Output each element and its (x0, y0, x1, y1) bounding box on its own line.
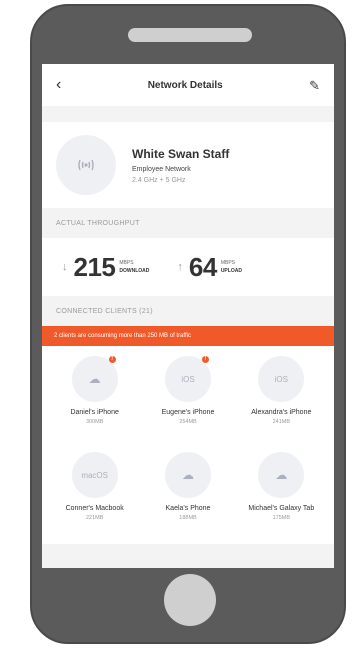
clients-grid: ☁ ! Daniel's iPhone 300MB iOS ! Eugene's… (42, 346, 334, 544)
divider-band (42, 106, 334, 122)
upload-stat: ↑ 64 MBPS UPLOAD (177, 252, 242, 283)
client-avatar: macOS (71, 452, 118, 498)
network-type: Employee Network (132, 165, 191, 173)
phone-speaker (128, 28, 252, 42)
client-avatar: ☁ ! (71, 356, 118, 402)
clients-header: CONNECTED CLIENTS (21) (42, 296, 334, 326)
client-avatar: ☁ (258, 452, 305, 498)
client-item[interactable]: ☁ ! Daniel's iPhone 300MB (48, 356, 141, 452)
client-item[interactable]: ☁ Kaela's Phone 188MB (141, 452, 234, 548)
avatar-os-label: iOS (274, 374, 288, 384)
upload-unit: MBPS (220, 260, 235, 266)
router-icon (56, 135, 116, 195)
arrow-up-icon: ↑ (177, 261, 183, 273)
client-usage: 241MB (272, 419, 291, 425)
upload-label: UPLOAD (220, 268, 242, 274)
client-item[interactable]: macOS Conner's Macbook 221MB (48, 452, 141, 548)
phone-screen: ‹ Network Details ✎ White Swan Staff Emp… (42, 64, 334, 568)
arrow-down-icon: ↓ (62, 261, 68, 273)
client-usage: 188MB (179, 515, 197, 521)
pencil-icon[interactable]: ✎ (309, 79, 320, 92)
client-item[interactable]: iOS ! Eugene's iPhone 254MB (141, 356, 234, 452)
client-name: Conner's Macbook (65, 505, 124, 512)
avatar-os-label: iOS (181, 374, 195, 384)
navbar: ‹ Network Details ✎ (42, 64, 334, 106)
page-title: Network Details (147, 79, 223, 91)
network-bands: 2.4 GHz + 5 GHz (132, 176, 186, 184)
throughput-header: ACTUAL THROUGHPUT (42, 208, 334, 238)
network-name: White Swan Staff (132, 146, 230, 161)
cloud-icon: ☁ (88, 372, 101, 386)
cloud-icon: ☁ (181, 468, 194, 482)
download-value: 215 (73, 251, 116, 282)
client-avatar: iOS (258, 356, 305, 402)
client-avatar: iOS ! (164, 356, 211, 402)
back-chevron-icon[interactable]: ‹ (56, 77, 61, 93)
alert-badge: ! (201, 356, 209, 363)
cloud-icon: ☁ (275, 468, 288, 482)
client-name: Daniel's iPhone (70, 409, 119, 416)
home-button[interactable] (164, 574, 216, 626)
client-item[interactable]: ☁ Michael's Galaxy Tab 175MB (235, 452, 328, 548)
network-card: White Swan Staff Employee Network 2.4 GH… (42, 122, 334, 208)
client-usage: 254MB (179, 419, 197, 425)
client-usage: 300MB (85, 419, 104, 425)
client-name: Kaela's Phone (165, 505, 211, 512)
client-name: Michael's Galaxy Tab (248, 505, 315, 512)
client-usage: 221MB (85, 515, 104, 521)
client-name: Eugene's iPhone (161, 409, 215, 416)
avatar-os-label: macOS (81, 470, 108, 480)
throughput-panel: ↓ 215 MBPS DOWNLOAD ↑ 64 MBPS UPLOAD (42, 238, 334, 296)
network-info: White Swan Staff Employee Network 2.4 GH… (132, 147, 229, 184)
client-name: Alexandra's iPhone (251, 409, 312, 416)
traffic-alert-banner[interactable]: 2 clients are consuming more than 250 MB… (42, 326, 334, 346)
client-avatar: ☁ (164, 452, 211, 498)
download-label: DOWNLOAD (119, 268, 150, 274)
phone-frame: ‹ Network Details ✎ White Swan Staff Emp… (30, 4, 346, 644)
upload-value: 64 (188, 251, 217, 282)
client-item[interactable]: iOS Alexandra's iPhone 241MB (235, 356, 328, 452)
alert-badge: ! (108, 356, 116, 363)
client-usage: 175MB (272, 515, 291, 521)
download-stat: ↓ 215 MBPS DOWNLOAD (62, 252, 149, 283)
download-unit: MBPS (119, 260, 134, 266)
